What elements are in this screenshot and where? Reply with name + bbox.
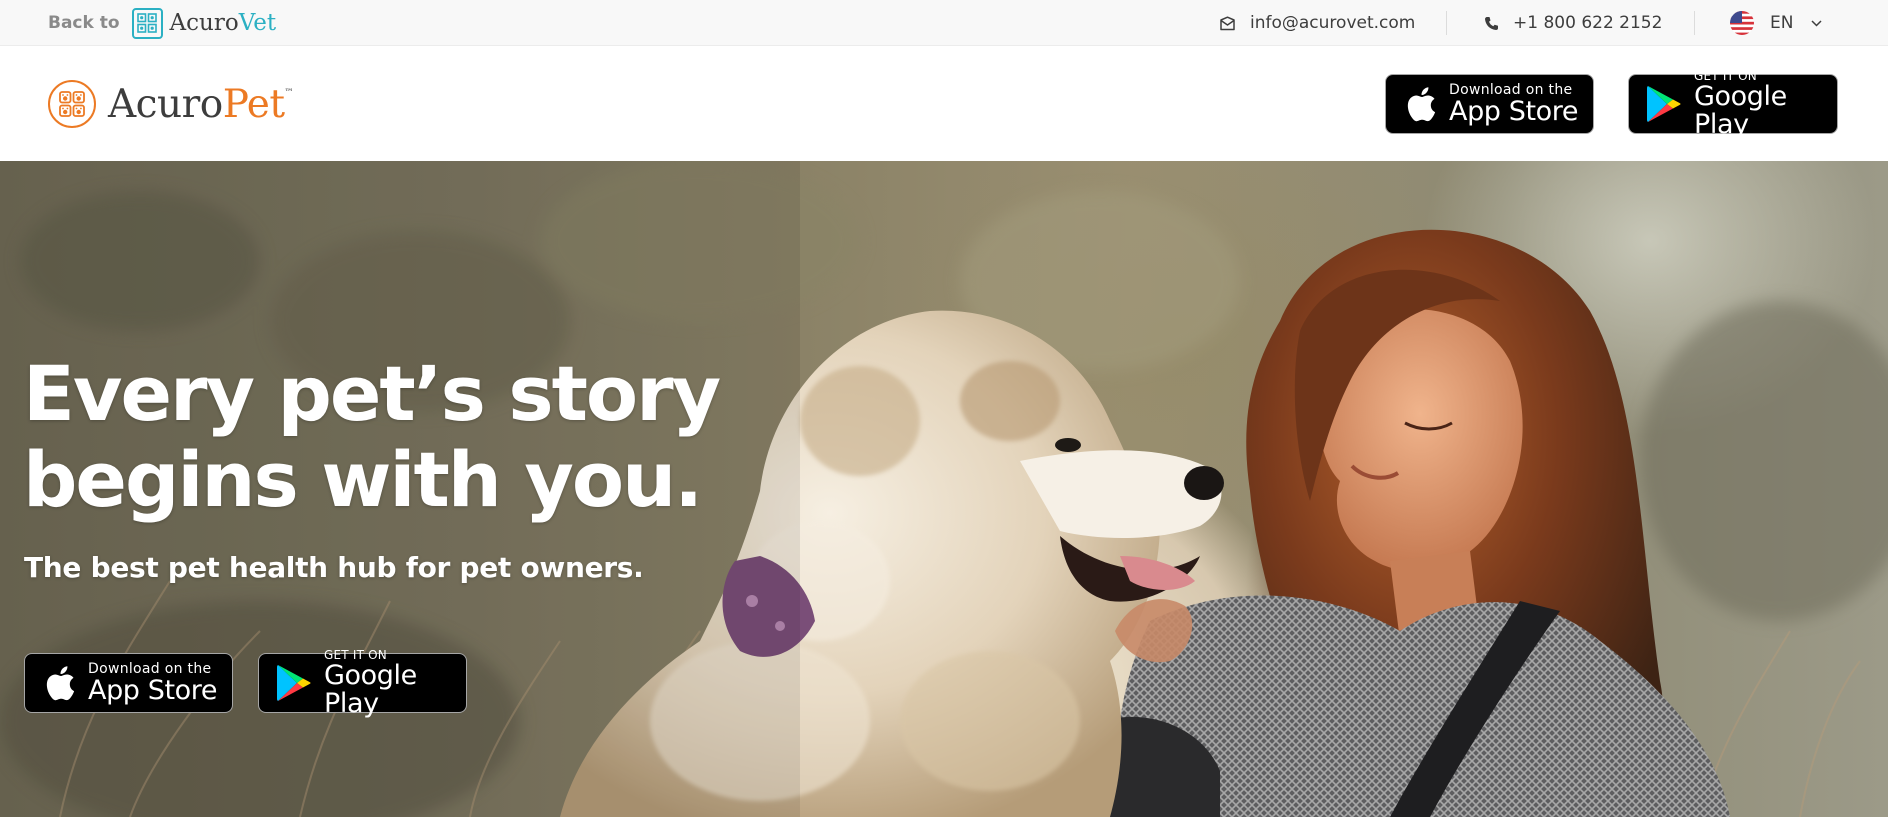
app-store-button[interactable]: Download on the App Store bbox=[1385, 74, 1594, 134]
google-play-button[interactable]: GET IT ON Google Play bbox=[1628, 69, 1838, 138]
app-store-text: Download on the App Store bbox=[1449, 82, 1579, 127]
google-play-icon bbox=[1646, 84, 1682, 124]
phone-icon bbox=[1484, 16, 1499, 31]
hero-title-line-2: begins with you. bbox=[23, 435, 703, 524]
email-text: info@acurovet.com bbox=[1250, 13, 1416, 33]
divider bbox=[1446, 11, 1447, 35]
chevron-down-icon bbox=[1811, 19, 1822, 27]
email-link[interactable]: info@acurovet.com bbox=[1219, 0, 1415, 46]
acuropet-logo[interactable]: AcuroPet™ bbox=[48, 80, 293, 128]
hero-title-line-1: Every pet’s story bbox=[23, 349, 721, 438]
us-flag-icon bbox=[1730, 11, 1754, 35]
acurovet-logo-icon bbox=[131, 7, 163, 39]
back-label: Back to bbox=[48, 13, 120, 33]
language-selector[interactable]: EN bbox=[1730, 0, 1822, 46]
back-to-acurovet-link[interactable]: Back to AcuroVet bbox=[48, 0, 276, 46]
language-code: EN bbox=[1770, 13, 1794, 33]
acuropet-wordmark: AcuroPet™ bbox=[108, 81, 293, 127]
hero-app-store-button[interactable]: Download on the App Store bbox=[24, 653, 233, 713]
app-store-text: Download on the App Store bbox=[88, 661, 218, 706]
acurovet-wordmark: AcuroVet bbox=[169, 10, 277, 36]
paw-logo-icon bbox=[48, 80, 96, 128]
site-header: AcuroPet™ Download on the App Store GET … bbox=[0, 47, 1888, 161]
top-utility-bar: Back to AcuroVet info@acurovet.com +1 80… bbox=[0, 0, 1888, 46]
google-play-big-text: Google Play bbox=[324, 659, 417, 719]
hero-title: Every pet’s story begins with you. bbox=[23, 351, 783, 523]
app-store-big-text: App Store bbox=[1449, 95, 1579, 127]
google-play-text: GET IT ON Google Play bbox=[324, 648, 466, 719]
google-play-icon bbox=[276, 663, 312, 703]
google-play-text: GET IT ON Google Play bbox=[1694, 69, 1837, 140]
mail-icon bbox=[1219, 15, 1236, 31]
divider bbox=[1694, 11, 1695, 35]
hero-section: Every pet’s story begins with you. The b… bbox=[0, 161, 1888, 817]
hero-google-play-button[interactable]: GET IT ON Google Play bbox=[258, 648, 467, 717]
google-play-big-text: Google Play bbox=[1694, 80, 1787, 140]
hero-subtitle: The best pet health hub for pet owners. bbox=[24, 551, 644, 584]
phone-link[interactable]: +1 800 622 2152 bbox=[1484, 0, 1662, 46]
phone-text: +1 800 622 2152 bbox=[1513, 13, 1663, 33]
apple-icon bbox=[42, 663, 76, 703]
apple-icon bbox=[1403, 84, 1437, 124]
app-store-big-text: App Store bbox=[88, 674, 218, 706]
